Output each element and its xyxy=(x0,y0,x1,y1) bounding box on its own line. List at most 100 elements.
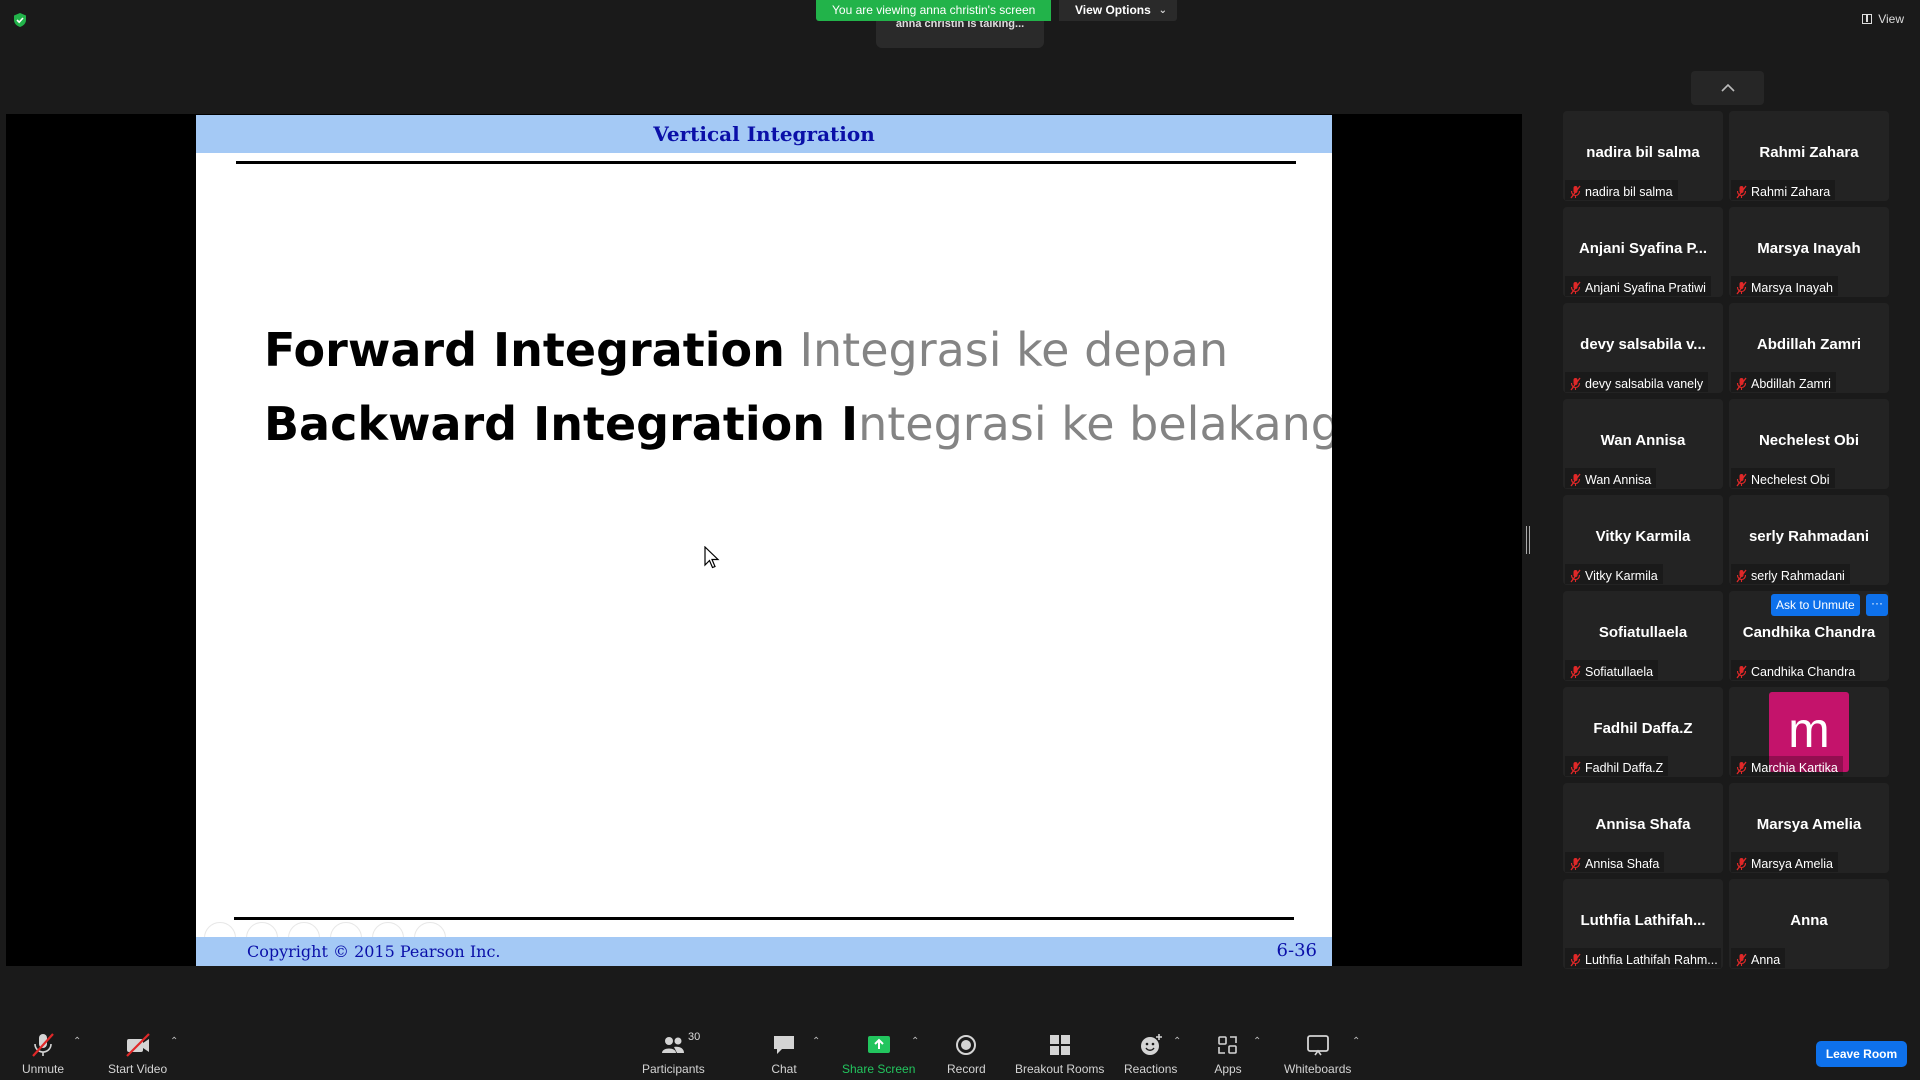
reactions-label: Reactions xyxy=(1124,1062,1178,1076)
participant-name-label: Rahmi Zahara xyxy=(1731,180,1836,200)
participant-tile[interactable]: Anjani Syafina P... Anjani Syafina Pratiw… xyxy=(1563,207,1723,297)
backward-integration-translation: ntegrasi ke belakang xyxy=(858,397,1332,451)
view-options-button[interactable]: View Options ⌄ xyxy=(1059,0,1177,21)
share-screen-button[interactable]: Share Screen xyxy=(842,1032,915,1076)
participant-tile[interactable]: serly Rahmadani serly Rahmadani xyxy=(1729,495,1889,585)
participants-count: 30 xyxy=(688,1031,701,1043)
participant-tile[interactable]: Rahmi Zahara Rahmi Zahara xyxy=(1729,111,1889,201)
participants-icon xyxy=(662,1037,685,1053)
participant-name-label: Sofiatullaela xyxy=(1565,660,1659,680)
breakout-rooms-icon xyxy=(1049,1035,1070,1055)
view-button[interactable]: View xyxy=(1862,12,1904,26)
participant-tile[interactable]: Marsya Amelia Marsya Amelia xyxy=(1729,783,1889,873)
muted-mic-icon xyxy=(1570,761,1581,774)
participant-name-label: Anjani Syafina Pratiwi xyxy=(1565,276,1711,296)
apps-icon xyxy=(1218,1036,1237,1054)
participant-tile[interactable]: Vitky Karmila Vitky Karmila xyxy=(1563,495,1723,585)
chat-button[interactable]: Chat xyxy=(770,1032,798,1076)
participant-name-label: Candhika Chandra xyxy=(1731,660,1861,680)
participant-label-text: Annisa Shafa xyxy=(1585,856,1660,871)
leave-room-button[interactable]: Leave Room xyxy=(1816,1041,1907,1067)
start-video-button[interactable]: Start Video xyxy=(108,1032,167,1076)
participant-name-label: Anna xyxy=(1731,948,1786,968)
slide-top-rule xyxy=(236,161,1296,164)
apps-button[interactable]: Apps xyxy=(1214,1032,1242,1076)
participant-tile[interactable]: devy salsabila v... devy salsabila vanely xyxy=(1563,303,1723,393)
chat-options-caret-icon[interactable]: ⌃ xyxy=(812,1036,820,1047)
slide-line-forward: Forward Integration Integrasi ke depan xyxy=(264,323,1228,377)
unmute-label: Unmute xyxy=(22,1062,65,1076)
reactions-button[interactable]: Reactions xyxy=(1124,1032,1177,1076)
chevron-up-icon xyxy=(1720,84,1735,92)
video-options-caret-icon[interactable]: ⌃ xyxy=(170,1036,178,1047)
microphone-muted-icon xyxy=(32,1033,54,1057)
participant-name-label: nadira bil salma xyxy=(1565,180,1678,200)
participants-button[interactable]: 30 Participants xyxy=(642,1031,705,1076)
participant-tile[interactable]: Annisa Shafa Annisa Shafa xyxy=(1563,783,1723,873)
muted-mic-icon xyxy=(1736,953,1747,966)
muted-mic-icon xyxy=(1736,185,1747,198)
muted-mic-icon xyxy=(1736,665,1747,678)
participant-tile[interactable]: Abdillah Zamri Abdillah Zamri xyxy=(1729,303,1889,393)
reactions-smiley-icon xyxy=(1140,1034,1162,1055)
forward-integration-translation: Integrasi ke depan xyxy=(784,323,1229,377)
participant-display-name: Abdillah Zamri xyxy=(1756,336,1862,353)
slide-footer: Copyright © 2015 Pearson Inc. 6-36 xyxy=(196,937,1332,966)
participant-tile[interactable]: Sofiatullaela Sofiatullaela xyxy=(1563,591,1723,681)
chat-bubble-icon xyxy=(774,1036,794,1054)
participant-display-name: Vitky Karmila xyxy=(1595,528,1691,545)
panel-resize-handle[interactable] xyxy=(1526,526,1530,554)
participant-name-label: Marchia Kartika xyxy=(1731,756,1843,776)
participant-display-name: Rahmi Zahara xyxy=(1759,144,1859,161)
unmute-button[interactable]: Unmute xyxy=(22,1032,64,1076)
muted-mic-icon xyxy=(1736,473,1747,486)
reactions-options-caret-icon[interactable]: ⌃ xyxy=(1173,1036,1181,1047)
participant-display-name: Candhika Chandra xyxy=(1742,624,1876,641)
participant-tile[interactable]: Marsya Inayah Marsya Inayah xyxy=(1729,207,1889,297)
record-button[interactable]: Record xyxy=(947,1032,986,1076)
ask-to-unmute-button[interactable]: Ask to Unmute xyxy=(1771,594,1860,616)
audio-options-caret-icon[interactable]: ⌃ xyxy=(73,1036,81,1047)
view-label: View xyxy=(1878,12,1904,26)
whiteboards-button[interactable]: Whiteboards xyxy=(1284,1032,1351,1076)
participant-display-name: Luthfia Lathifah... xyxy=(1580,912,1706,929)
slide-header: Vertical Integration xyxy=(196,115,1332,153)
security-shield-icon[interactable] xyxy=(12,12,28,28)
presentation-slide: Vertical Integration Forward Integration… xyxy=(196,115,1332,966)
participant-label-text: Marchia Kartika xyxy=(1751,760,1838,775)
participant-label-text: Abdillah Zamri xyxy=(1751,376,1831,391)
muted-mic-icon xyxy=(1736,857,1747,870)
more-options-button[interactable]: ··· xyxy=(1866,594,1888,616)
muted-mic-icon xyxy=(1570,281,1581,294)
muted-mic-icon xyxy=(1570,953,1581,966)
participant-tile[interactable]: Fadhil Daffa.Z Fadhil Daffa.Z xyxy=(1563,687,1723,777)
muted-mic-icon xyxy=(1570,377,1581,390)
slide-title: Vertical Integration xyxy=(653,122,875,146)
participant-name-label: Vitky Karmila xyxy=(1565,564,1663,584)
share-screen-label: Share Screen xyxy=(842,1062,916,1076)
participant-tile[interactable]: m Marchia Kartika xyxy=(1729,687,1889,777)
forward-integration-term: Forward Integration xyxy=(264,323,785,377)
participant-label-text: Marsya Amelia xyxy=(1751,856,1833,871)
participant-tile[interactable]: Wan Annisa Wan Annisa xyxy=(1563,399,1723,489)
gallery-scroll-up-button[interactable] xyxy=(1691,71,1764,105)
viewing-screen-banner: You are viewing anna christin's screen xyxy=(816,0,1052,21)
participant-display-name: Nechelest Obi xyxy=(1758,432,1860,449)
participant-label-text: Sofiatullaela xyxy=(1585,664,1654,679)
share-options-caret-icon[interactable]: ⌃ xyxy=(911,1036,919,1047)
breakout-rooms-button[interactable]: Breakout Rooms xyxy=(1015,1032,1104,1076)
participant-tile[interactable]: Anna Anna xyxy=(1729,879,1889,969)
muted-mic-icon xyxy=(1736,761,1747,774)
participant-tile[interactable]: Luthfia Lathifah... Luthfia Lathifah Rahm… xyxy=(1563,879,1723,969)
participant-label-text: Candhika Chandra xyxy=(1751,664,1856,679)
muted-mic-icon xyxy=(1736,569,1747,582)
slide-line-backward: Backward Integration Integrasi ke belaka… xyxy=(264,397,1332,451)
participant-tile[interactable]: Nechelest Obi Nechelest Obi xyxy=(1729,399,1889,489)
participant-tile[interactable]: nadira bil salma nadira bil salma xyxy=(1563,111,1723,201)
participant-label-text: serly Rahmadani xyxy=(1751,568,1845,583)
apps-options-caret-icon[interactable]: ⌃ xyxy=(1253,1036,1261,1047)
whiteboards-options-caret-icon[interactable]: ⌃ xyxy=(1352,1036,1360,1047)
slide-number: 6-36 xyxy=(1276,940,1317,961)
breakout-rooms-label: Breakout Rooms xyxy=(1015,1062,1105,1076)
participant-label-text: Anna xyxy=(1751,952,1781,967)
